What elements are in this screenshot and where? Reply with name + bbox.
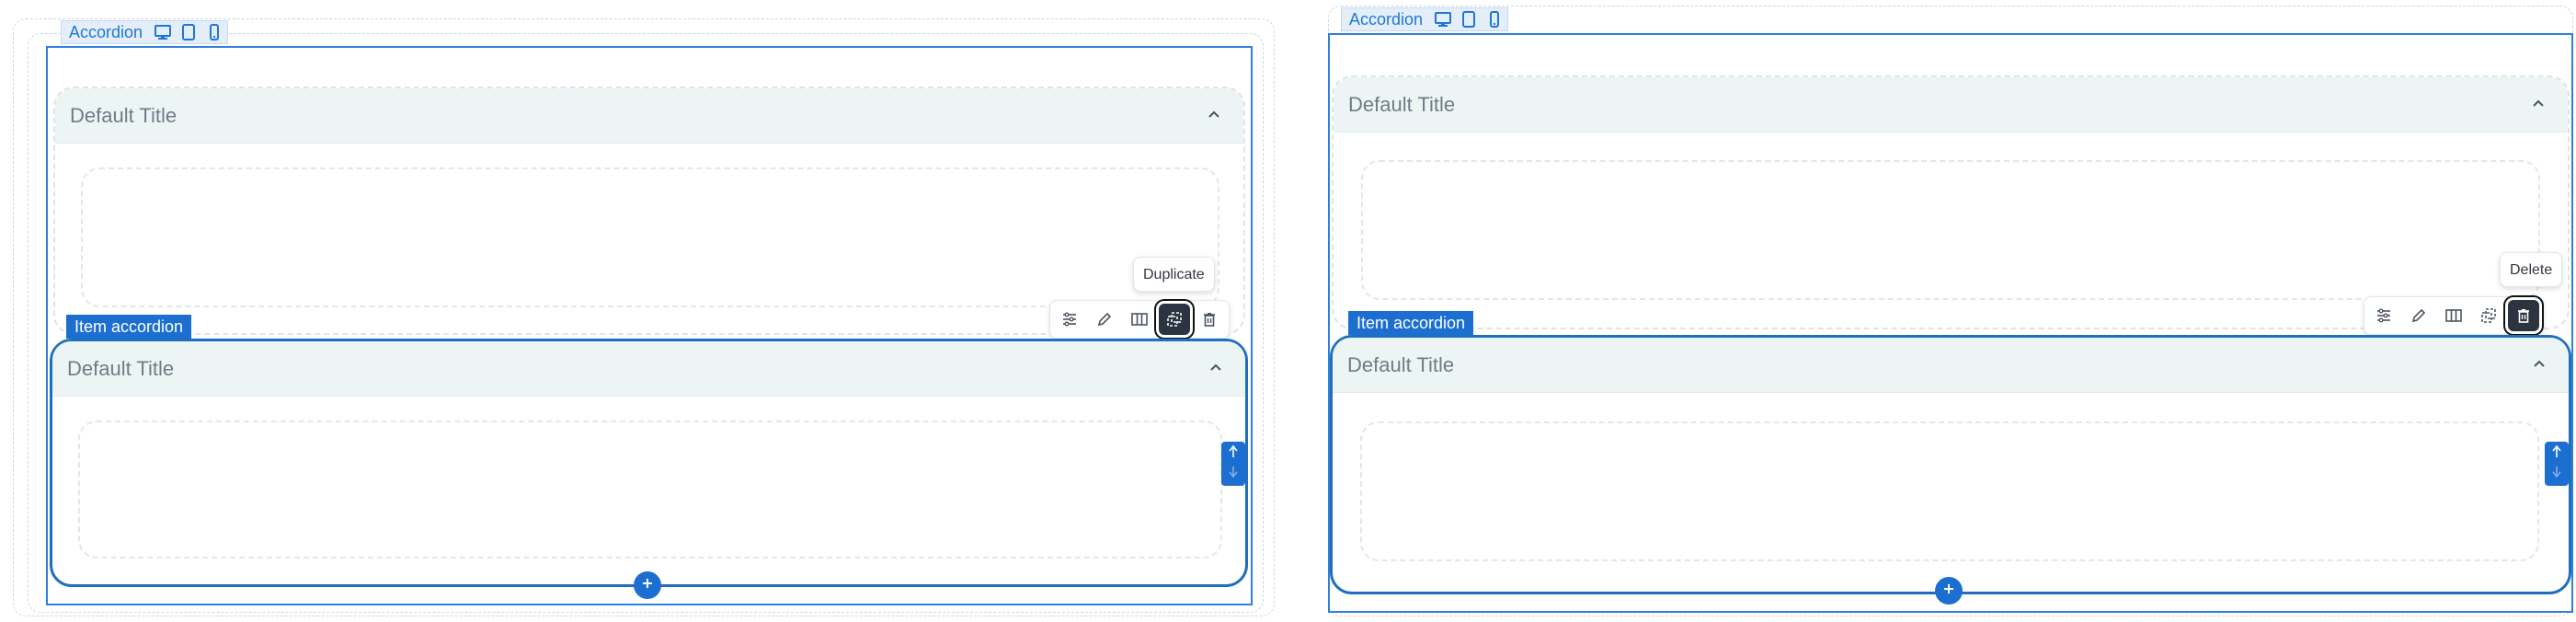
chevron-up-icon[interactable] xyxy=(1208,361,1223,377)
accordion-item-title: Default Title xyxy=(1347,352,1455,376)
accordion-item-content[interactable] xyxy=(78,420,1222,559)
accordion-item-header[interactable]: Default Title xyxy=(55,88,1243,144)
move-handle[interactable] xyxy=(1221,442,1245,486)
item-toolbar xyxy=(1049,300,1230,339)
desktop-icon[interactable] xyxy=(1430,8,1456,30)
delete-icon[interactable] xyxy=(1194,304,1225,335)
tablet-icon[interactable] xyxy=(176,21,201,43)
chevron-up-icon[interactable] xyxy=(1207,108,1221,124)
accordion-item-2-selected[interactable]: Default Title xyxy=(1330,335,2571,594)
arrow-up-icon[interactable] xyxy=(1228,444,1239,464)
block-label-text: Accordion xyxy=(1349,10,1424,29)
add-item-button[interactable] xyxy=(1935,577,1963,605)
accordion-block-label[interactable]: Accordion xyxy=(1341,7,1509,31)
mobile-icon[interactable] xyxy=(1482,8,1507,30)
item-toolbar xyxy=(2364,296,2544,335)
tablet-icon[interactable] xyxy=(1456,8,1482,30)
tooltip: Delete xyxy=(2500,252,2563,287)
accordion-item-1[interactable]: Default Title xyxy=(53,86,1245,335)
editor-panel-delete: Accordion Default Title Item accordion D… xyxy=(1324,0,2576,622)
desktop-icon[interactable] xyxy=(150,21,176,43)
duplicate-icon[interactable] xyxy=(1159,304,1190,335)
move-handle[interactable] xyxy=(2545,442,2569,486)
tooltip: Duplicate xyxy=(1133,257,1215,292)
accordion-item-header[interactable]: Default Title xyxy=(1334,77,2568,132)
accordion-item-content[interactable] xyxy=(81,167,1219,307)
edit-icon[interactable] xyxy=(2403,300,2434,331)
item-accordion-label[interactable]: Item accordion xyxy=(1348,311,1474,335)
accordion-item-content[interactable] xyxy=(1360,421,2539,561)
accordion-item-content[interactable] xyxy=(1361,160,2540,300)
duplicate-icon[interactable] xyxy=(2473,300,2504,331)
accordion-block-label[interactable]: Accordion xyxy=(61,20,229,44)
columns-icon[interactable] xyxy=(1124,304,1155,335)
plus-icon xyxy=(1942,582,1955,600)
accordion-item-2-selected[interactable]: Default Title xyxy=(50,339,1248,587)
plus-icon xyxy=(641,577,654,594)
arrow-down-icon[interactable] xyxy=(1228,466,1239,483)
accordion-item-title: Default Title xyxy=(70,103,177,127)
arrow-up-icon[interactable] xyxy=(2551,444,2562,464)
accordion-item-header[interactable]: Default Title xyxy=(52,341,1245,397)
add-item-button[interactable] xyxy=(634,571,661,599)
settings-icon[interactable] xyxy=(1054,304,1085,335)
item-accordion-label[interactable]: Item accordion xyxy=(66,315,192,339)
block-label-text: Accordion xyxy=(69,23,143,41)
arrow-down-icon[interactable] xyxy=(2551,466,2562,483)
settings-icon[interactable] xyxy=(2368,300,2399,331)
mobile-icon[interactable] xyxy=(201,21,227,43)
accordion-item-header[interactable]: Default Title xyxy=(1333,338,2569,393)
accordion-item-1[interactable]: Default Title xyxy=(1332,75,2570,329)
chevron-up-icon[interactable] xyxy=(2532,357,2547,374)
accordion-item-title: Default Title xyxy=(67,356,175,380)
columns-icon[interactable] xyxy=(2438,300,2469,331)
editor-panel-duplicate: Accordion Default Title Item accordion D… xyxy=(0,0,1288,622)
edit-icon[interactable] xyxy=(1089,304,1120,335)
accordion-item-title: Default Title xyxy=(1348,92,1456,116)
chevron-up-icon[interactable] xyxy=(2531,97,2546,113)
delete-icon[interactable] xyxy=(2508,300,2539,331)
